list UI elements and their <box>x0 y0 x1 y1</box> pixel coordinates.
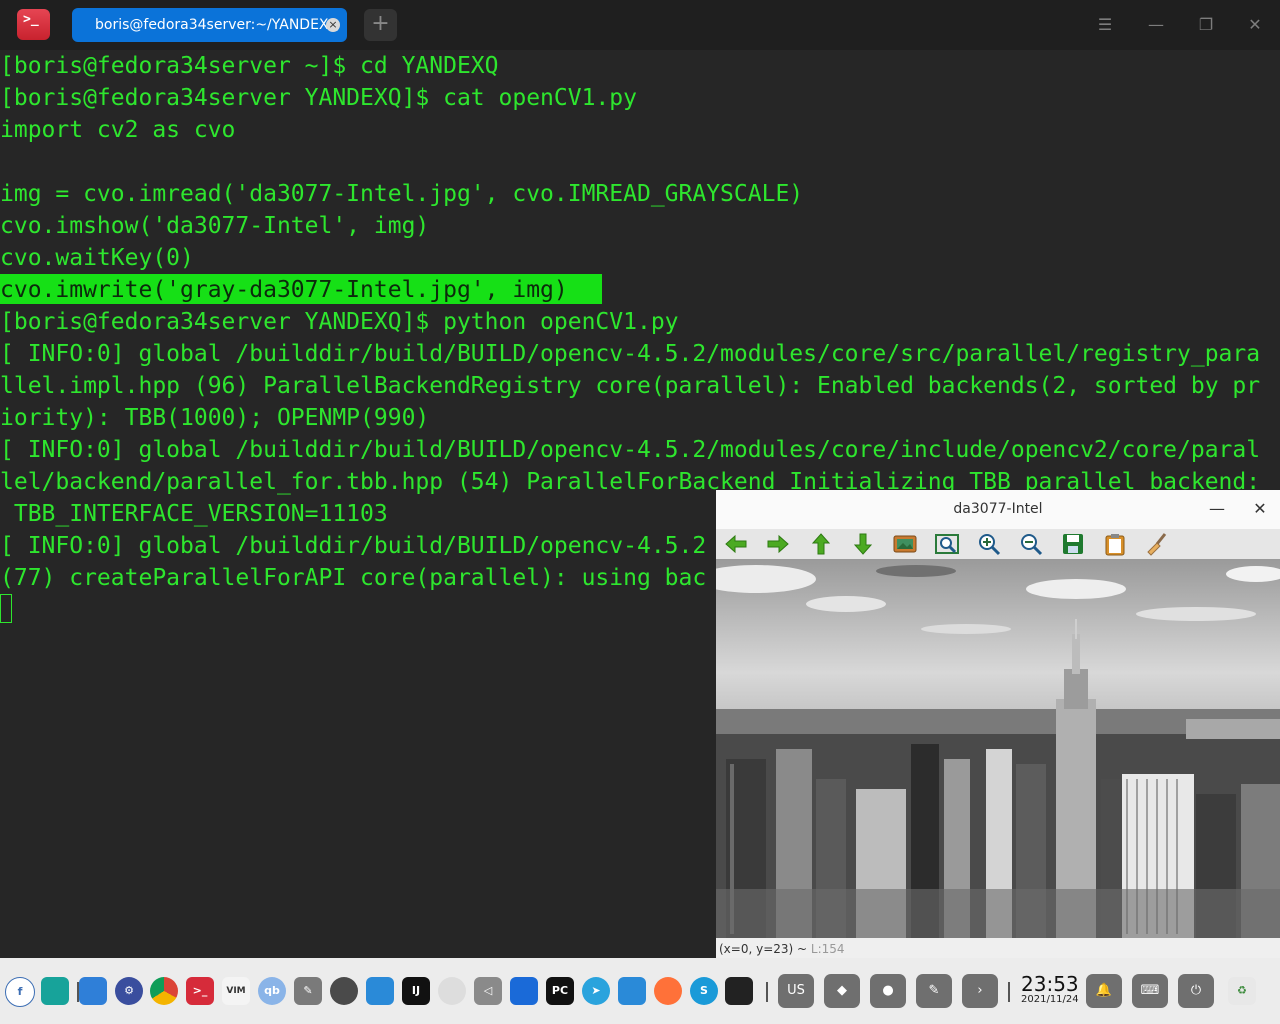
pan-right-icon[interactable] <box>766 532 790 556</box>
terminal-line: [ INFO:0] global /builddir/build/BUILD/o… <box>0 533 707 559</box>
title-bar: >_ boris@fedora34server:~/YANDEXQ × + ☰ … <box>0 0 1280 50</box>
skype-icon[interactable]: S <box>690 977 718 1005</box>
keyboard-icon[interactable]: ⌨ <box>1132 974 1168 1008</box>
power-icon[interactable]: ⏻ <box>1178 974 1214 1008</box>
system-monitor-icon[interactable] <box>618 977 646 1005</box>
terminal-line: llel.impl.hpp (96) ParallelBackendRegist… <box>0 373 1261 399</box>
pan-down-icon[interactable] <box>851 532 875 556</box>
terminal-line: TBB_INTERFACE_VERSION=11103 <box>0 501 388 527</box>
keyboard-layout-label: US <box>787 983 805 998</box>
close-button[interactable]: ✕ <box>1244 14 1266 36</box>
menu-icon[interactable]: ☰ <box>1094 14 1116 36</box>
terminal-line: import cv2 as cvo <box>0 117 236 143</box>
image-window-title: da3077-Intel <box>953 501 1043 517</box>
terminal-line: [ INFO:0] global /builddir/build/BUILD/o… <box>0 437 1261 463</box>
terminal-line: [boris@fedora34server YANDEXQ]$ python o… <box>0 309 679 335</box>
terminal-line: [boris@fedora34server ~]$ cd YANDEXQ <box>0 53 499 79</box>
tab-terminal[interactable]: boris@fedora34server:~/YANDEXQ × <box>72 8 347 42</box>
properties-brush-icon[interactable] <box>1145 532 1169 556</box>
terminal-line: cvo.imshow('da3077-Intel', img) <box>0 213 430 239</box>
maximize-button[interactable]: ❐ <box>1195 14 1217 36</box>
image-toolbar <box>716 529 1280 560</box>
text-editor-icon[interactable]: ✎ <box>294 977 322 1005</box>
terminal-line: cvo.waitKey(0) <box>0 245 194 271</box>
terminal-line: [ INFO:0] global /builddir/build/BUILD/o… <box>0 341 1261 367</box>
pixel-value: L:154 <box>810 942 845 956</box>
image-window-close-button[interactable]: ✕ <box>1250 499 1270 519</box>
cityscape-photo[interactable] <box>716 559 1280 938</box>
intellij-icon[interactable]: IJ <box>402 977 430 1005</box>
telegram-icon[interactable]: ➤ <box>582 977 610 1005</box>
tray-separator <box>1008 982 1010 1002</box>
image-window-minimize-button[interactable]: — <box>1207 499 1227 519</box>
vim-icon[interactable]: VIM <box>222 977 250 1005</box>
save-icon[interactable] <box>1061 532 1085 556</box>
tray-app-icon-2[interactable]: ● <box>870 974 906 1008</box>
trash-icon[interactable]: ♻ <box>1228 977 1256 1005</box>
image-status-bar: (x=0, y=23) ~ L:154 <box>716 938 1280 958</box>
zoom-out-icon[interactable] <box>1019 532 1043 556</box>
terminal-cursor <box>0 594 12 623</box>
tab-label: boris@fedora34server:~/YANDEXQ <box>95 17 340 33</box>
dock-separator <box>766 982 768 1002</box>
terminal-line: (77) createParallelForAPI core(parallel)… <box>0 565 707 591</box>
terminal-line-selected: cvo.imwrite('gray-da3077-Intel.jpg', img… <box>0 277 568 303</box>
minimize-button[interactable]: — <box>1145 14 1167 36</box>
volume-icon[interactable]: ◁ <box>474 977 502 1005</box>
terminal-icon[interactable]: >_ <box>186 977 214 1005</box>
notification-icon[interactable]: 🔔 <box>1086 974 1122 1008</box>
pan-left-icon[interactable] <box>724 532 748 556</box>
pycharm-icon[interactable]: PC <box>546 977 574 1005</box>
terminal-line: img = cvo.imread('da3077-Intel.jpg', cvo… <box>0 181 804 207</box>
gnome-icon[interactable] <box>330 977 358 1005</box>
terminal-line: iority): TBB(1000); OPENMP(990) <box>0 405 430 431</box>
zoom-image-icon[interactable] <box>893 532 917 556</box>
chrome-icon[interactable] <box>150 977 178 1005</box>
copy-clipboard-icon[interactable] <box>1103 532 1127 556</box>
screenshot-icon[interactable]: ✎ <box>916 974 952 1008</box>
media-player-icon[interactable] <box>725 977 753 1005</box>
appstore-icon[interactable] <box>79 977 107 1005</box>
tray-app-icon[interactable]: ◆ <box>824 974 860 1008</box>
deepin-icon[interactable] <box>510 977 538 1005</box>
clock-date[interactable]: 2021/11/24 <box>1021 994 1079 1005</box>
firefox-icon[interactable] <box>654 977 682 1005</box>
clock-time[interactable]: 23:53 <box>1021 972 1079 996</box>
cursor-coordinates: (x=0, y=23) ~ <box>719 942 808 956</box>
expand-tray-icon[interactable]: › <box>962 974 998 1008</box>
qbittorrent-icon[interactable]: qb <box>258 977 286 1005</box>
taskbar: f ⚙ >_ VIM qb ✎ IJ ◁ PC ➤ S US ◆ ● ✎ › 2… <box>0 958 1280 1024</box>
libreoffice-icon[interactable] <box>366 977 394 1005</box>
image-window-titlebar[interactable]: da3077-Intel — ✕ <box>716 490 1280 529</box>
disk-icon[interactable] <box>438 977 466 1005</box>
add-tab-button[interactable]: + <box>364 9 397 41</box>
zoom-fit-icon[interactable] <box>935 532 959 556</box>
file-manager-icon[interactable] <box>41 977 69 1005</box>
terminal-app-icon: >_ <box>17 9 50 40</box>
image-viewer-window: da3077-Intel — ✕ (x=0, y=23) ~ L:154 <box>716 490 1280 958</box>
settings-icon[interactable]: ⚙ <box>115 977 143 1005</box>
fedora-icon[interactable]: f <box>5 977 35 1007</box>
pan-up-icon[interactable] <box>809 532 833 556</box>
terminal-line: [boris@fedora34server YANDEXQ]$ cat open… <box>0 85 637 111</box>
keyboard-layout-indicator[interactable]: US <box>778 974 814 1008</box>
tab-close-icon[interactable]: × <box>326 18 340 32</box>
zoom-in-icon[interactable] <box>977 532 1001 556</box>
